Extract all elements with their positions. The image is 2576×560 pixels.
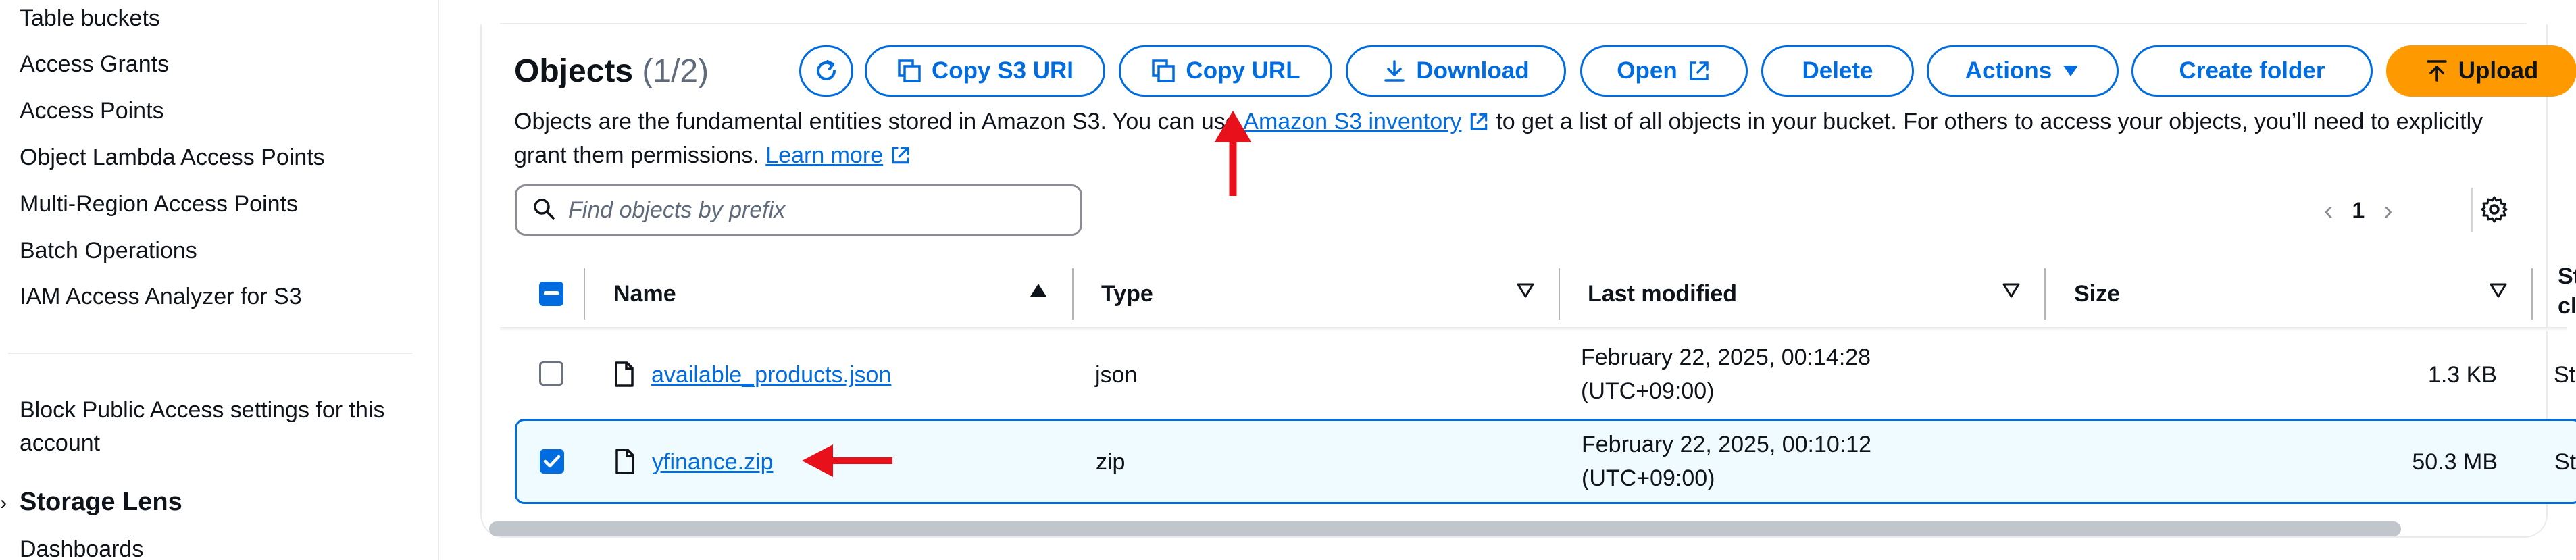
search-box[interactable] — [515, 184, 1082, 236]
download-button[interactable]: Download — [1346, 45, 1566, 97]
sidebar-divider — [8, 353, 412, 354]
sidebar-item-access-grants[interactable]: Access Grants — [20, 51, 169, 78]
external-link-icon — [1687, 59, 1711, 83]
search-icon — [532, 197, 556, 224]
storage-class-header-line-2: cl — [2558, 293, 2576, 319]
object-storage-class: St — [2554, 362, 2576, 388]
column-header-size[interactable]: Size — [2074, 274, 2120, 314]
object-storage-class: St — [2554, 449, 2576, 475]
copy-url-label: Copy URL — [1186, 57, 1300, 84]
objects-count: (1/2) — [642, 53, 709, 89]
table-header-shadow — [500, 327, 2567, 331]
sidebar-item-multi-region-access-points[interactable]: Multi-Region Access Points — [20, 191, 298, 218]
description-text-1: Objects are the fundamental entities sto… — [514, 109, 1244, 134]
sidebar-item-table-buckets[interactable]: Table buckets — [20, 5, 160, 32]
upload-label: Upload — [2458, 57, 2539, 84]
search-input[interactable] — [568, 197, 1068, 224]
sidebar-item-batch-operations[interactable]: Batch Operations — [20, 238, 197, 264]
sidebar-item-access-points[interactable]: Access Points — [20, 98, 164, 124]
annotation-arrow-left-icon — [802, 444, 892, 477]
column-divider — [1072, 268, 1074, 320]
external-link-icon — [890, 143, 911, 168]
objects-title-text: Objects — [514, 53, 634, 89]
object-type: json — [1095, 362, 1138, 388]
chevron-left-icon[interactable]: ‹ — [2324, 196, 2333, 226]
actions-label: Actions — [1965, 57, 2052, 84]
open-label: Open — [1617, 57, 1677, 84]
download-label: Download — [1416, 57, 1530, 84]
gear-icon[interactable] — [2479, 195, 2509, 228]
column-divider — [1559, 268, 1560, 320]
chevron-right-icon[interactable]: › — [2383, 196, 2392, 226]
copy-icon — [1151, 58, 1176, 84]
refresh-icon — [813, 57, 840, 84]
horizontal-scrollbar[interactable] — [489, 521, 2401, 536]
create-folder-label: Create folder — [2179, 57, 2325, 84]
delete-button[interactable]: Delete — [1761, 45, 1914, 97]
last-modified-date: February 22, 2025, 00:10:12 — [1582, 432, 1872, 457]
learn-more-link[interactable]: Learn more — [765, 143, 883, 168]
sidebar-item-dashboards[interactable]: Dashboards — [20, 536, 143, 560]
upload-button[interactable]: Upload — [2386, 45, 2576, 97]
column-header-last-modified[interactable]: Last modified — [1588, 274, 1737, 314]
sidebar: Table buckets Access Grants Access Point… — [0, 0, 439, 560]
page-number[interactable]: 1 — [2352, 198, 2365, 224]
select-all-checkbox[interactable] — [539, 282, 563, 306]
last-modified-timezone: (UTC+09:00) — [1581, 378, 1715, 404]
actions-dropdown[interactable]: Actions — [1927, 45, 2119, 97]
page-title: Objects (1/2) — [514, 53, 709, 90]
row-checkbox-checked[interactable] — [540, 449, 564, 474]
copy-icon — [896, 58, 922, 84]
pagination: ‹ 1 › — [2324, 190, 2393, 231]
storage-class-header-line-1: St — [2558, 263, 2576, 289]
objects-description: Objects are the fundamental entities sto… — [514, 105, 2514, 172]
file-icon — [613, 361, 635, 394]
copy-s3-uri-button[interactable]: Copy S3 URI — [865, 45, 1105, 97]
column-divider — [2044, 268, 2046, 320]
object-last-modified: February 22, 2025, 00:10:12 (UTC+09:00) — [1582, 428, 1871, 495]
sort-icon[interactable] — [2001, 282, 2021, 303]
pagination-divider — [2471, 188, 2473, 232]
download-icon — [1382, 59, 1407, 83]
file-icon — [614, 448, 636, 481]
object-size: 1.3 KB — [2427, 362, 2497, 388]
open-button[interactable]: Open — [1580, 45, 1748, 97]
column-header-name[interactable]: Name — [613, 274, 676, 314]
object-name-link[interactable]: available_products.json — [651, 362, 891, 388]
row-checkbox[interactable] — [539, 361, 563, 386]
external-link-icon — [1468, 109, 1490, 134]
sidebar-section-storage-lens[interactable]: Storage Lens — [20, 488, 182, 517]
table-header: Name Type Last modified Size St cl — [500, 260, 2576, 328]
sidebar-item-iam-access-analyzer[interactable]: IAM Access Analyzer for S3 — [20, 284, 302, 310]
create-folder-button[interactable]: Create folder — [2131, 45, 2373, 97]
object-name-link[interactable]: yfinance.zip — [652, 449, 774, 476]
copy-url-button[interactable]: Copy URL — [1119, 45, 1332, 97]
object-type: zip — [1096, 449, 1126, 475]
sort-icon[interactable] — [2488, 282, 2508, 303]
annotation-arrow-up-icon — [1215, 111, 1251, 196]
last-modified-timezone: (UTC+09:00) — [1582, 465, 1715, 491]
table-row[interactable]: available_products.json json February 22… — [500, 332, 2575, 417]
refresh-button[interactable] — [799, 45, 853, 97]
sort-icon[interactable] — [1515, 282, 1536, 303]
delete-label: Delete — [1802, 57, 1873, 84]
upload-icon — [2425, 59, 2449, 83]
object-last-modified: February 22, 2025, 00:14:28 (UTC+09:00) — [1581, 340, 1871, 408]
sidebar-item-object-lambda-access-points[interactable]: Object Lambda Access Points — [20, 145, 325, 171]
column-divider — [2531, 268, 2533, 320]
caret-down-icon — [2061, 63, 2080, 78]
object-size: 50.3 MB — [2412, 449, 2498, 475]
copy-s3-uri-label: Copy S3 URI — [931, 57, 1074, 84]
column-divider — [584, 268, 585, 320]
column-header-type[interactable]: Type — [1101, 274, 1153, 314]
column-header-storage-class[interactable]: St cl — [2558, 261, 2576, 319]
sort-ascending-icon[interactable] — [1028, 282, 1049, 303]
s3-inventory-link[interactable]: Amazon S3 inventory — [1243, 109, 1461, 134]
last-modified-date: February 22, 2025, 00:14:28 — [1581, 345, 1871, 370]
caret-icon[interactable]: › — [0, 492, 7, 515]
sidebar-item-block-public-access[interactable]: Block Public Access settings for this ac… — [20, 394, 411, 460]
